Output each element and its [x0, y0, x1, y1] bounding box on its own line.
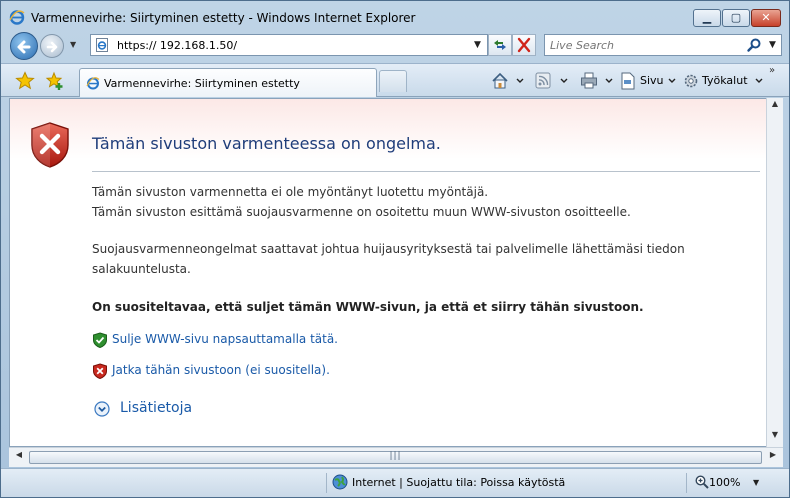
description-line: Tämän sivuston esittämä suojausvarmenne … [92, 205, 631, 219]
zoom-level[interactable]: 100% [709, 476, 740, 489]
scroll-down-arrow-icon[interactable]: ▼ [767, 430, 783, 446]
address-url[interactable]: https:// 192.168.1.50/ [117, 39, 237, 52]
search-icon[interactable] [746, 37, 762, 53]
more-information-label[interactable]: Lisätietoja [120, 400, 192, 416]
address-dropdown-icon[interactable]: ▼ [474, 40, 481, 50]
minimize-icon: ▁ [702, 11, 712, 24]
close-page-link[interactable]: Sulje WWW-sivu napsauttamalla tätä. [112, 332, 338, 346]
close-icon: ✕ [761, 11, 771, 24]
forward-button[interactable] [40, 34, 64, 58]
close-window-button[interactable]: ✕ [751, 9, 781, 27]
title-bar: Varmennevirhe: Siirtyminen estetty - Win… [1, 1, 789, 31]
maximize-button[interactable]: ▢ [722, 9, 750, 27]
continue-to-site-link[interactable]: Jatka tähän sivustoon (ei suositella). [112, 363, 330, 377]
refresh-icon [494, 40, 506, 50]
description-line: salakuuntelusta. [92, 262, 191, 276]
search-box[interactable]: ▼ [544, 34, 782, 56]
recommendation-text: On suositeltavaa, että suljet tämän WWW-… [92, 300, 644, 314]
add-favorites-icon[interactable] [45, 71, 65, 91]
command-bar-overflow-button[interactable]: » [769, 65, 775, 76]
certificate-problem-description: Tämän sivuston varmennetta ei ole myöntä… [92, 182, 631, 222]
security-shield-error-icon [31, 122, 69, 168]
status-separator [326, 473, 327, 493]
search-provider-dropdown-icon[interactable]: ▼ [769, 40, 776, 50]
back-arrow-icon [17, 40, 31, 54]
error-page-content: Tämän sivuston varmenteessa on ongelma. … [9, 98, 766, 447]
page-menu-button[interactable]: Sivu [620, 72, 680, 90]
horizontal-scrollbar[interactable]: ◀ ||| ▶ [9, 447, 783, 467]
feeds-button[interactable] [535, 72, 571, 90]
security-zone-status[interactable]: Internet | Suojattu tila: Poissa käytöst… [352, 476, 565, 489]
scroll-right-arrow-icon[interactable]: ▶ [765, 450, 781, 466]
description-line: Tämän sivuston varmennetta ei ole myöntä… [92, 185, 489, 199]
search-input[interactable] [546, 36, 741, 54]
globe-icon [332, 474, 348, 490]
refresh-button[interactable] [488, 34, 512, 56]
favorites-star-icon[interactable] [15, 71, 35, 91]
horizontal-scroll-thumb[interactable]: ||| [29, 451, 762, 464]
tools-menu-label: Työkalut [702, 74, 748, 87]
scroll-up-arrow-icon[interactable]: ▲ [767, 99, 783, 115]
command-bar: Varmennevirhe: Siirtyminen estetty Sivu … [1, 63, 789, 97]
recent-pages-dropdown[interactable]: ▼ [70, 40, 80, 50]
divider [92, 171, 760, 172]
back-button[interactable] [10, 32, 38, 60]
risk-description: Suojausvarmenneongelmat saattavat johtua… [92, 239, 685, 279]
page-icon [96, 38, 108, 52]
page-title: Tämän sivuston varmenteessa on ongelma. [92, 134, 441, 153]
forward-arrow-icon [46, 41, 58, 53]
rss-feed-icon [535, 72, 568, 89]
home-button[interactable] [491, 72, 527, 90]
internet-explorer-icon [9, 10, 25, 25]
print-button[interactable] [580, 72, 616, 90]
vertical-scrollbar[interactable]: ▲ ▼ [766, 98, 783, 447]
zoom-icon[interactable] [694, 474, 710, 490]
tab-label: Varmennevirhe: Siirtyminen estetty [104, 77, 300, 90]
tab-certificate-error[interactable]: Varmennevirhe: Siirtyminen estetty [79, 68, 377, 97]
window-title: Varmennevirhe: Siirtyminen estetty - Win… [31, 11, 416, 25]
red-shield-x-icon [93, 363, 107, 379]
minimize-button[interactable]: ▁ [693, 9, 721, 27]
page-menu-label: Sivu [640, 74, 664, 87]
stop-icon [517, 37, 531, 53]
browser-window: Varmennevirhe: Siirtyminen estetty - Win… [0, 0, 790, 498]
new-tab-button[interactable] [379, 70, 407, 92]
maximize-icon: ▢ [730, 11, 742, 24]
printer-icon [581, 72, 613, 89]
tools-menu-button[interactable]: Työkalut [683, 72, 767, 90]
status-bar: Internet | Suojattu tila: Poissa käytöst… [1, 468, 789, 497]
address-bar[interactable]: https:// 192.168.1.50/ ▼ [90, 34, 488, 56]
description-line: Suojausvarmenneongelmat saattavat johtua… [92, 242, 685, 256]
internet-explorer-icon [86, 77, 100, 90]
status-separator [686, 473, 687, 493]
stop-button[interactable] [512, 34, 536, 56]
expand-chevron-icon [94, 401, 110, 417]
scroll-left-arrow-icon[interactable]: ◀ [11, 450, 27, 466]
zoom-dropdown-icon[interactable]: ▼ [753, 478, 759, 487]
green-shield-check-icon [93, 332, 107, 348]
scroll-grip-icon: ||| [389, 451, 402, 461]
home-icon [492, 72, 524, 89]
